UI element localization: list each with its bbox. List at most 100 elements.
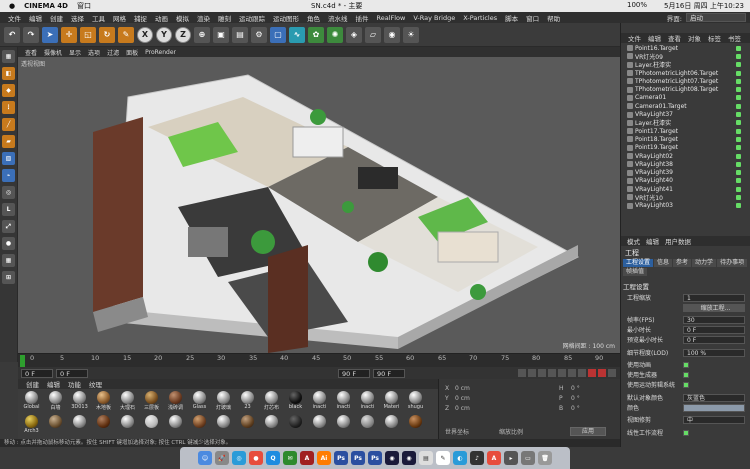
lock-icon[interactable]: ⊞: [2, 271, 15, 284]
floor-icon[interactable]: ▱: [365, 26, 381, 43]
menu-item[interactable]: 模拟: [176, 13, 189, 23]
go-start-icon[interactable]: [518, 369, 526, 377]
photoshop3-icon[interactable]: Ps: [368, 451, 382, 465]
perspective-viewport[interactable]: 透视视图 网格间距 : 100 cm: [18, 57, 620, 353]
object-row[interactable]: VR灯光10: [627, 193, 741, 202]
use-motion-clip-checkbox[interactable]: [683, 381, 689, 388]
menu-item[interactable]: X-Particles: [463, 14, 497, 22]
material-swatch[interactable]: 白墙: [44, 391, 67, 413]
material-menu-item[interactable]: 纹理: [89, 379, 102, 389]
visibility-toggle[interactable]: [736, 194, 741, 200]
menu-item[interactable]: RealFlow: [377, 14, 406, 22]
menu-item[interactable]: 选择: [71, 13, 84, 23]
material-swatch[interactable]: black: [284, 391, 307, 413]
menu-item[interactable]: 创建: [50, 13, 63, 23]
scale-mode-select[interactable]: 缩放比例: [499, 427, 523, 436]
menu-item[interactable]: 工具: [92, 13, 105, 23]
visibility-toggle[interactable]: [736, 103, 741, 109]
tab-reference[interactable]: 参考: [673, 259, 692, 267]
material-swatch[interactable]: Glass: [188, 391, 211, 413]
coord-mode-select[interactable]: 世界坐标: [445, 427, 469, 436]
recent-tool-icon[interactable]: ✎: [118, 26, 134, 43]
tab-project-settings[interactable]: 工程设置: [623, 259, 654, 267]
material-swatch[interactable]: Materi: [380, 391, 403, 413]
object-row[interactable]: Point17.Target: [627, 127, 741, 135]
visibility-toggle[interactable]: [736, 128, 741, 134]
material-swatch[interactable]: 23: [236, 391, 259, 413]
material-swatch[interactable]: [212, 414, 235, 437]
keyframe-icon[interactable]: [608, 369, 616, 377]
coordinate-system-icon[interactable]: ⊕: [194, 26, 210, 43]
go-end-icon[interactable]: [578, 369, 586, 377]
deformer-icon[interactable]: ◈: [346, 26, 362, 43]
material-swatch[interactable]: inacti: [308, 391, 331, 413]
coord-value-z[interactable]: 0 cm: [455, 405, 470, 412]
menu-item[interactable]: 帮助: [547, 13, 560, 23]
make-editable-icon[interactable]: ▦: [2, 50, 15, 63]
text-editor-icon[interactable]: ✎: [436, 451, 450, 465]
menu-item[interactable]: 网格: [113, 13, 126, 23]
object-row[interactable]: Point18.Target: [627, 135, 741, 143]
object-row[interactable]: VRayLight03: [627, 202, 741, 210]
trash-icon[interactable]: 🗑: [538, 451, 552, 465]
scale-project-button[interactable]: 缩放工程...: [683, 303, 745, 312]
attr-menu-item[interactable]: 模式: [627, 236, 640, 246]
visibility-toggle[interactable]: [736, 70, 741, 76]
attr-menu-item[interactable]: 用户数据: [665, 236, 691, 246]
material-menu-item[interactable]: 创建: [26, 379, 39, 389]
linear-workflow-checkbox[interactable]: [683, 429, 689, 436]
object-row[interactable]: TPhotometricLight06.Target: [627, 69, 741, 77]
object-row[interactable]: VRayLight02: [627, 152, 741, 160]
visibility-toggle[interactable]: [736, 95, 741, 101]
cinema4d-icon[interactable]: ◉: [385, 451, 399, 465]
coord-value-x[interactable]: 0 cm: [455, 385, 470, 392]
material-swatch[interactable]: 大理石: [116, 391, 139, 413]
visibility-toggle[interactable]: [736, 78, 741, 84]
material-swatch[interactable]: Arch3: [20, 414, 43, 437]
obj-menu-item[interactable]: 查看: [668, 33, 681, 43]
timeline-ruler[interactable]: 0 5 10 15 20 25 30 35 40 45 50 55 60 65 …: [18, 353, 620, 367]
material-swatch[interactable]: [92, 414, 115, 437]
grid-icon[interactable]: ▦: [2, 254, 15, 267]
view-clipping-select[interactable]: 中: [683, 415, 745, 424]
rot-value-b[interactable]: 0 °: [571, 405, 580, 412]
camera-icon[interactable]: ◉: [384, 26, 400, 43]
visibility-toggle[interactable]: [736, 203, 741, 209]
visibility-toggle[interactable]: [736, 161, 741, 167]
preview-min-time-field[interactable]: 0 F: [683, 335, 745, 344]
battery-status[interactable]: 100%: [627, 1, 647, 11]
app-name-menu[interactable]: CINEMA 4D: [24, 2, 68, 10]
menu-item[interactable]: 脚本: [505, 13, 518, 23]
material-swatch[interactable]: 灯芯布: [260, 391, 283, 413]
object-row[interactable]: Point19.Target: [627, 144, 741, 152]
viewport-menu-item[interactable]: ProRender: [145, 49, 176, 56]
material-swatch[interactable]: 浅砖调: [164, 391, 187, 413]
menu-item[interactable]: 插件: [356, 13, 369, 23]
use-generators-checkbox[interactable]: [683, 371, 689, 378]
object-row[interactable]: Camera01.Target: [627, 102, 741, 110]
workplane-icon[interactable]: ▧: [2, 152, 15, 165]
tab-interpolation[interactable]: 帧插值: [623, 268, 648, 276]
points-mode-icon[interactable]: ⋮: [2, 101, 15, 114]
visibility-toggle[interactable]: [736, 170, 741, 176]
menu-item[interactable]: 运动图形: [273, 13, 299, 23]
wechat-icon[interactable]: ✉: [283, 451, 297, 465]
material-swatch[interactable]: [164, 414, 187, 437]
use-animation-checkbox[interactable]: [683, 361, 689, 368]
menu-item[interactable]: 文件: [8, 13, 21, 23]
launchpad-icon[interactable]: 🚀: [215, 451, 229, 465]
visibility-toggle[interactable]: [736, 178, 741, 184]
preview-icon[interactable]: ▤: [419, 451, 433, 465]
viewport-menu-item[interactable]: 过滤: [107, 48, 119, 57]
viewport-menu-item[interactable]: 摄像机: [44, 48, 62, 57]
material-swatch[interactable]: [260, 414, 283, 437]
max-frame-field[interactable]: 90 F: [338, 368, 370, 378]
current-frame-field[interactable]: 0 F: [21, 368, 53, 378]
material-swatch[interactable]: 灯玻璃: [212, 391, 235, 413]
material-menu-item[interactable]: 编辑: [47, 379, 60, 389]
subdivision-icon[interactable]: ✿: [308, 26, 324, 43]
menu-item[interactable]: 动画: [155, 13, 168, 23]
material-swatch[interactable]: [236, 414, 259, 437]
select-icon[interactable]: ➤: [42, 26, 58, 43]
axis-icon[interactable]: L: [2, 203, 15, 216]
